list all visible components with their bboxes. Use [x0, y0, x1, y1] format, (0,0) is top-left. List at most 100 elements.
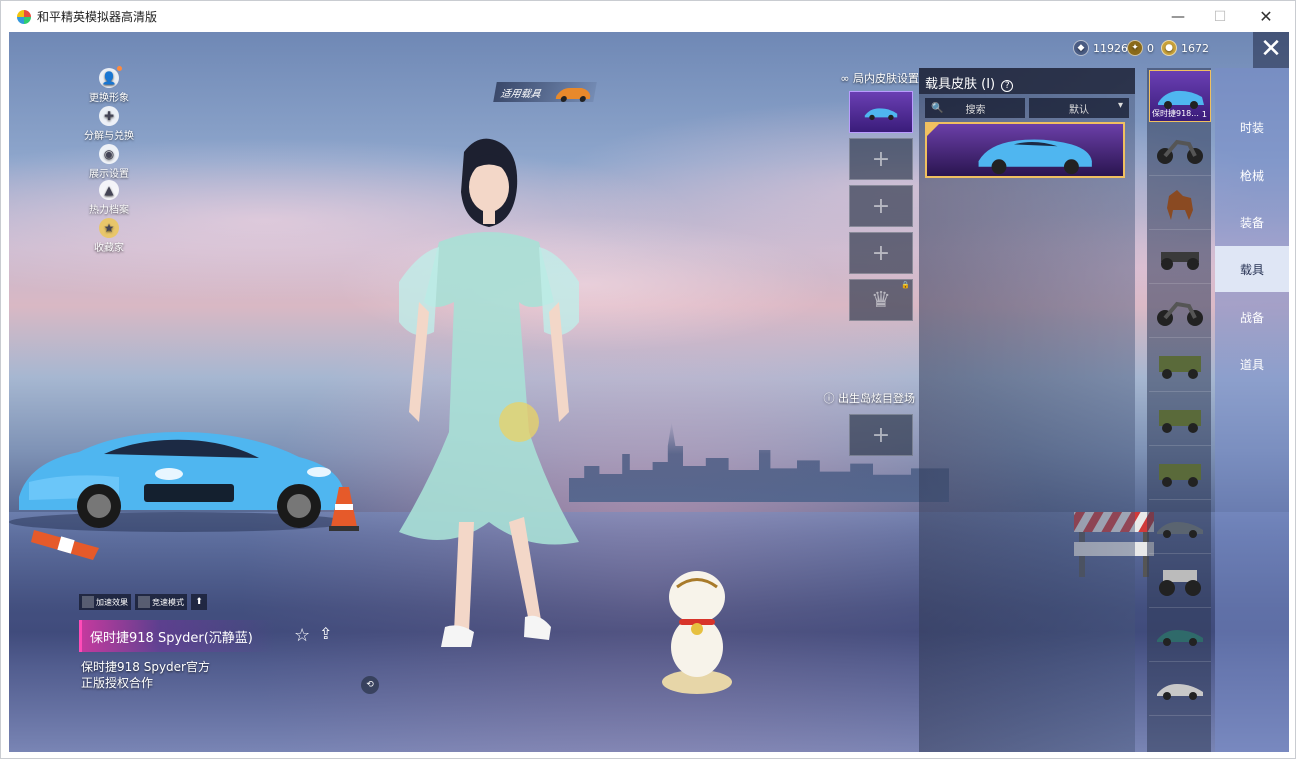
- racing-mode-button[interactable]: 竞速模式: [135, 594, 187, 610]
- skin-slot-1[interactable]: [849, 91, 913, 133]
- spawn-entry-title: ⓘ 出生岛炫目登场: [823, 392, 916, 405]
- search-icon: 🔍: [931, 102, 944, 114]
- coupe-icon: [1157, 684, 1203, 700]
- minimize-button[interactable]: —: [1155, 1, 1201, 32]
- skin-slot-3[interactable]: +: [849, 185, 913, 227]
- vehicle-skin-panel: 载具皮肤 (I) ? 🔍 搜索 默认 ▾: [919, 68, 1135, 752]
- points-value: 11926: [1093, 41, 1128, 55]
- close-panel-button[interactable]: ✕: [1253, 32, 1289, 68]
- medal-currency[interactable]: ✦ 0: [1127, 40, 1154, 56]
- traffic-cone: [329, 487, 359, 531]
- vehicle-item-jeep-2[interactable]: [1149, 394, 1211, 446]
- share-icon[interactable]: ⇪: [319, 624, 341, 644]
- vehicle-item-porsche[interactable]: 保时捷918... 1: [1149, 70, 1211, 122]
- points-currency[interactable]: ◆ 11926: [1073, 40, 1128, 56]
- vehicle-item-coupe-2[interactable]: [1149, 664, 1211, 716]
- display-settings-label: 展示设置: [89, 169, 129, 180]
- player-character-model[interactable]: [379, 132, 599, 662]
- crown-icon: ♛: [871, 287, 891, 313]
- vehicle-item-buggy[interactable]: [1149, 232, 1211, 284]
- app-window: 和平精英模拟器高清版 — ☐ ✕ 👤 更换形象 ✚ 分解与兑换 ◉ 展示设置 ▲…: [0, 0, 1296, 759]
- tab-items[interactable]: 道具: [1215, 341, 1289, 387]
- spawn-entry-slot[interactable]: +: [849, 414, 913, 456]
- boost-effect-button[interactable]: 加速效果: [79, 594, 131, 610]
- buggy-icon: [1161, 252, 1199, 270]
- gold-coin-icon: ●: [1161, 40, 1177, 56]
- flame-icon: ▲: [99, 180, 119, 200]
- vehicle-item-jeep-3[interactable]: [1149, 448, 1211, 500]
- vehicle-item-jeep-1[interactable]: [1149, 340, 1211, 392]
- tab-fashion[interactable]: 时装: [1215, 104, 1289, 150]
- skin-slot-4[interactable]: +: [849, 232, 913, 274]
- gold-currency[interactable]: ● 1672: [1161, 40, 1209, 56]
- points-coin-icon: ◆: [1073, 40, 1089, 56]
- sort-dropdown[interactable]: 默认 ▾: [1029, 98, 1129, 118]
- tab-equipment[interactable]: 装备: [1215, 199, 1289, 245]
- pet-companion[interactable]: [657, 557, 737, 697]
- mode-buttons: 加速效果 竞速模式 ⬆: [79, 594, 207, 610]
- in-game-skin-settings-title: ∞ 局内皮肤设置: [840, 72, 919, 85]
- license-line-1: 保时捷918 Spyder官方: [81, 660, 210, 674]
- skin-card-porsche-918[interactable]: [925, 122, 1125, 178]
- jeep-icon: [1159, 410, 1201, 433]
- lock-icon: 🔒: [901, 281, 910, 289]
- vehicle-item-coupe-1[interactable]: [1149, 610, 1211, 662]
- notification-dot: [117, 66, 122, 71]
- change-appearance-label: 更换形象: [89, 93, 129, 104]
- tab-weapons[interactable]: 枪械: [1215, 152, 1289, 198]
- vehicle-item-monster-truck[interactable]: [1149, 556, 1211, 608]
- motorcycle-icon: [1157, 139, 1203, 164]
- title-bar: 和平精英模拟器高清版 — ☐ ✕: [1, 1, 1295, 32]
- puzzle-icon: ✚: [99, 106, 119, 126]
- help-icon[interactable]: ?: [1001, 80, 1014, 92]
- collector-button[interactable]: ★ 收藏家: [69, 218, 149, 254]
- favorite-star-icon[interactable]: ☆: [294, 625, 310, 646]
- skin-name-bar: 保时捷918 Spyder(沉静蓝): [79, 620, 275, 652]
- new-corner-tag: [927, 124, 939, 136]
- game-viewport: 👤 更换形象 ✚ 分解与兑换 ◉ 展示设置 ▲ 热力档案 ★ 收藏家 ◆ 119…: [9, 32, 1289, 752]
- vehicle-skin-header: 载具皮肤 (I) ?: [919, 68, 1135, 94]
- avatar-icon: 👤: [99, 68, 119, 88]
- window-title: 和平精英模拟器高清版: [37, 10, 158, 24]
- gold-value: 1672: [1181, 41, 1209, 55]
- maximize-button[interactable]: ☐: [1197, 1, 1243, 32]
- category-tabs: 时装 枪械 装备 载具 战备 道具: [1215, 68, 1289, 752]
- motorcycle-icon: [1157, 301, 1203, 326]
- vehicle-skin-title: 载具皮肤 (I): [925, 77, 996, 92]
- skin-slot-locked[interactable]: ♛ 🔒: [849, 279, 913, 321]
- mini-car-icon: [555, 88, 591, 102]
- license-text: 保时捷918 Spyder官方 正版授权合作: [81, 659, 210, 691]
- medal-value: 0: [1147, 41, 1154, 55]
- vehicle-item-horse[interactable]: [1149, 178, 1211, 230]
- racing-mode-label: 竞速模式: [152, 597, 184, 607]
- skin-slot-2[interactable]: +: [849, 138, 913, 180]
- coupe-icon: [1157, 630, 1203, 646]
- fallen-traffic-cone: [31, 530, 99, 560]
- monster-truck-icon: [1159, 570, 1201, 596]
- skin-name: 保时捷918 Spyder(沉静蓝): [90, 631, 253, 646]
- heat-profile-button[interactable]: ▲ 热力档案: [69, 180, 149, 216]
- arrow-up-icon[interactable]: ⬆: [191, 594, 207, 610]
- change-appearance-button[interactable]: 👤 更换形象: [69, 66, 149, 104]
- boost-effect-label: 加速效果: [96, 597, 128, 607]
- tab-battle-prep[interactable]: 战备: [1215, 294, 1289, 340]
- boost-icon: [82, 596, 94, 608]
- vehicle-item-count: 1: [1201, 110, 1207, 119]
- applicable-vehicle-tag[interactable]: 适用载具: [493, 82, 597, 102]
- sedan-icon: [1157, 522, 1203, 538]
- decompose-exchange-button[interactable]: ✚ 分解与兑换: [69, 106, 149, 142]
- close-window-button[interactable]: ✕: [1243, 1, 1289, 32]
- vehicle-item-name: 保时捷918...: [1152, 109, 1199, 118]
- tab-vehicles[interactable]: 载具: [1215, 246, 1289, 292]
- jeep-icon: [1159, 356, 1201, 379]
- app-logo-icon: [17, 10, 31, 24]
- vehicle-item-motorcycle-2[interactable]: [1149, 286, 1211, 338]
- display-settings-button[interactable]: ◉ 展示设置: [69, 144, 149, 180]
- vehicle-item-sedan[interactable]: [1149, 502, 1211, 554]
- skin-search-input[interactable]: 🔍 搜索: [925, 98, 1025, 118]
- vehicle-item-motorcycle[interactable]: [1149, 124, 1211, 176]
- applicable-vehicle-label: 适用载具: [499, 89, 542, 100]
- vehicle-category-list: 保时捷918... 1: [1147, 68, 1211, 752]
- racing-icon: [138, 596, 150, 608]
- rotate-camera-icon[interactable]: ⟲: [361, 676, 379, 694]
